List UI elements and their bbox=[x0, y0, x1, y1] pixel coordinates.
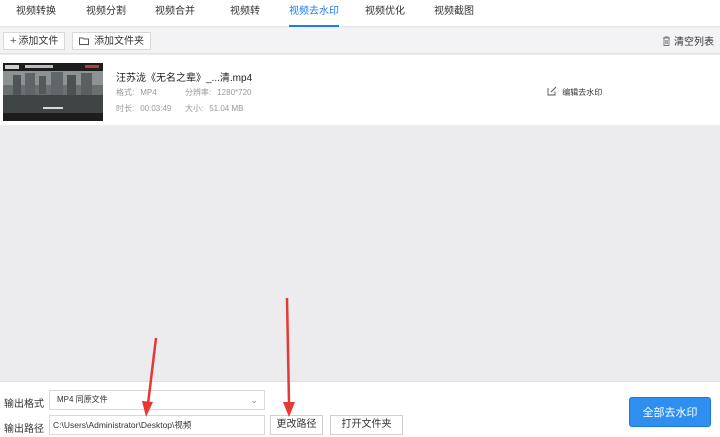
toolbar: + 添加文件 添加文件夹 清空列表 bbox=[0, 28, 720, 54]
tab-video-merge[interactable]: 视频合并 bbox=[155, 0, 195, 27]
add-folder-label: 添加文件夹 bbox=[94, 36, 145, 47]
tab-video-screenshot[interactable]: 视频截图 bbox=[434, 0, 474, 27]
tab-video-optimize[interactable]: 视频优化 bbox=[365, 0, 405, 27]
resolution-meta: 分辨率: 1280*720 bbox=[185, 87, 252, 98]
add-file-label: 添加文件 bbox=[18, 36, 59, 47]
size-value: 51.04 MB bbox=[209, 104, 244, 113]
tab-video-to-gif[interactable]: 视频转GIF bbox=[223, 0, 267, 41]
file-list-item[interactable]: 汪苏泷《无名之辈》_...清.mp4 格式: MP4 分辨率: 1280*720 时… bbox=[0, 55, 720, 125]
size-label: 大小: bbox=[185, 104, 204, 113]
duration-meta: 时长: 00:03:49 bbox=[116, 103, 171, 114]
folder-icon bbox=[79, 35, 92, 47]
add-file-button[interactable]: + 添加文件 bbox=[3, 32, 66, 50]
resolution-label: 分辨率: bbox=[185, 88, 212, 97]
plus-icon: + bbox=[10, 35, 17, 47]
edit-watermark-button[interactable]: 编辑去水印 bbox=[547, 86, 602, 98]
clear-list-button[interactable]: 清空列表 bbox=[662, 33, 714, 48]
clear-list-label: 清空列表 bbox=[674, 37, 714, 48]
output-format-select[interactable]: MP4 同原文件 ⌄ bbox=[49, 390, 265, 410]
output-format-label: 输出格式 bbox=[4, 399, 44, 410]
video-thumbnail bbox=[3, 63, 103, 121]
format-label: 格式: bbox=[116, 88, 135, 97]
open-folder-button[interactable]: 打开文件夹 bbox=[330, 415, 403, 435]
output-path-label: 输出路径 bbox=[4, 424, 44, 435]
add-folder-button[interactable]: 添加文件夹 bbox=[72, 32, 152, 50]
duration-value: 00:03:49 bbox=[140, 104, 172, 113]
size-meta: 大小: 51.04 MB bbox=[185, 103, 243, 114]
trash-icon bbox=[662, 36, 674, 48]
chevron-down-icon: ⌄ bbox=[250, 395, 258, 405]
resolution-value: 1280*720 bbox=[217, 88, 252, 97]
tab-video-split[interactable]: 视频分割 bbox=[86, 0, 126, 27]
output-settings-panel: 输出格式 MP4 同原文件 ⌄ 输出路径 C:\Users\Administra… bbox=[0, 381, 720, 437]
tab-video-remove-watermark[interactable]: 视频去水印 bbox=[289, 0, 339, 27]
remove-all-watermark-button[interactable]: 全部去水印 bbox=[629, 397, 711, 427]
tab-video-convert[interactable]: 视频转换 bbox=[16, 0, 56, 27]
output-path-input[interactable]: C:\Users\Administrator\Desktop\视频 bbox=[49, 415, 265, 435]
edit-watermark-label: 编辑去水印 bbox=[562, 88, 603, 97]
duration-label: 时长: bbox=[116, 104, 135, 113]
file-name: 汪苏泷《无名之辈》_...清.mp4 bbox=[116, 73, 253, 84]
format-meta: 格式: MP4 bbox=[116, 87, 157, 98]
format-value: MP4 bbox=[140, 88, 157, 97]
tab-bar: 视频转换 视频分割 视频合并 视频转GIF 视频去水印 视频优化 视频截图 bbox=[0, 0, 720, 41]
change-path-button[interactable]: 更改路径 bbox=[270, 415, 323, 435]
edit-icon bbox=[547, 86, 562, 97]
output-format-value: MP4 同原文件 bbox=[57, 395, 108, 404]
